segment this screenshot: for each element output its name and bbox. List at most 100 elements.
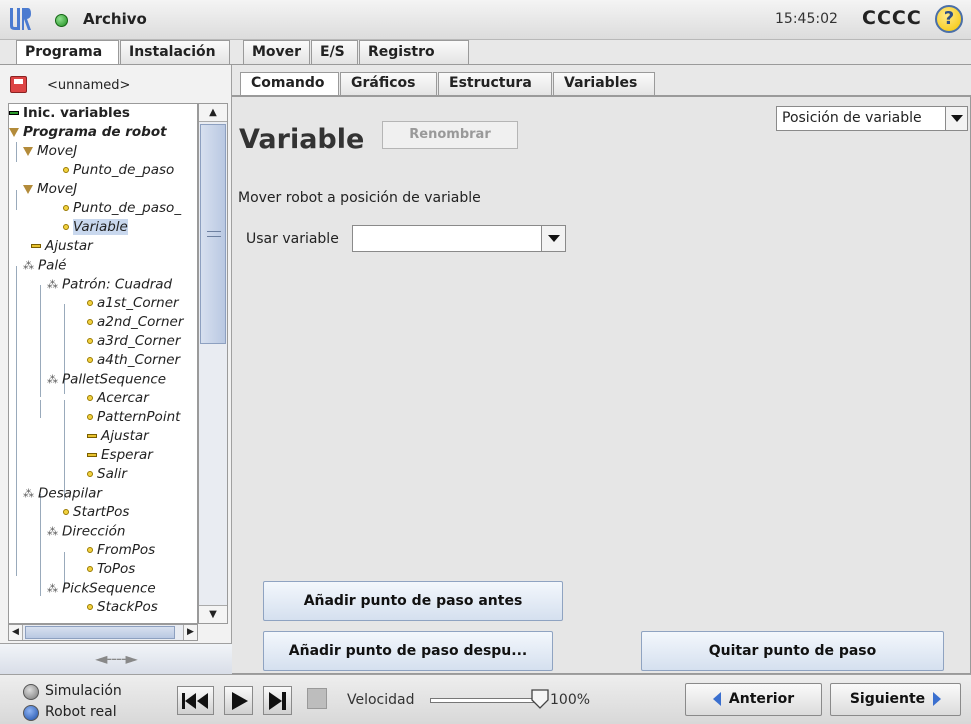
waypoint-icon (87, 338, 93, 344)
tree-item[interactable]: ⁂ Palé (23, 256, 66, 275)
expand-triangle-icon (23, 184, 33, 194)
skip-forward-icon (269, 692, 286, 710)
speed-slider[interactable] (430, 698, 540, 703)
waypoint-icon (63, 167, 69, 173)
position-type-select[interactable]: Posición de variable (776, 106, 968, 131)
waypoint-icon (87, 471, 93, 477)
scroll-down-icon[interactable]: ▼ (199, 605, 227, 623)
tree-item[interactable]: Programa de robot (9, 123, 167, 142)
tree-item[interactable]: Esperar (87, 446, 153, 465)
tree-item[interactable]: StartPos (63, 503, 129, 522)
tab-estructura[interactable]: Estructura (438, 72, 552, 96)
tree-item[interactable]: Punto_de_paso (63, 161, 174, 180)
tree-item[interactable]: ⁂ Desapilar (23, 484, 102, 503)
next-label: Siguiente (849, 691, 926, 707)
app-title[interactable]: Archivo (83, 10, 147, 28)
play-button[interactable] (224, 686, 253, 715)
tree-item[interactable]: MoveJ (23, 180, 77, 199)
tree-item[interactable]: ToPos (87, 560, 135, 579)
tree-vertical-scrollbar[interactable]: ▲ ▼ (198, 103, 228, 624)
program-tree[interactable]: Inic. variables Programa de robot MoveJ … (8, 103, 198, 624)
command-panel: Variable Renombrar Posición de variable … (232, 96, 971, 674)
page-title: Variable (239, 124, 365, 155)
tab-comando[interactable]: Comando (240, 72, 339, 97)
title-bar: Archivo 15:45:02 CCCC ? (0, 0, 971, 40)
stop-button[interactable] (307, 688, 327, 709)
tree-item[interactable]: PatternPoint (87, 408, 180, 427)
chevron-down-icon[interactable] (945, 107, 967, 130)
simulation-label: Simulación (45, 683, 122, 699)
tree-item[interactable]: FromPos (87, 541, 155, 560)
use-variable-select[interactable] (352, 225, 566, 252)
scrollbar-thumb[interactable] (200, 124, 226, 344)
tree-item[interactable]: ⁂ PalletSequence (47, 370, 166, 389)
status-indicator-icon (55, 14, 68, 27)
use-variable-label: Usar variable (246, 231, 339, 247)
previous-button[interactable]: Anterior (685, 683, 822, 716)
tab-programa[interactable]: Programa (16, 40, 119, 65)
step-button[interactable] (263, 686, 292, 715)
program-tree-panel: <unnamed> Inic. variables Programa de ro… (0, 65, 232, 674)
waypoint-icon (63, 509, 69, 515)
command-description: Mover robot a posición de variable (238, 190, 481, 206)
ur-logo-icon (10, 8, 31, 30)
wait-icon (87, 453, 97, 457)
help-icon[interactable]: ? (935, 5, 963, 33)
position-type-value: Posición de variable (782, 110, 922, 126)
tree-item[interactable]: Salir (87, 465, 127, 484)
remove-waypoint-button[interactable]: Quitar punto de paso (641, 631, 944, 671)
tree-item[interactable]: ⁂ PickSequence (47, 579, 156, 598)
tree-item[interactable]: a2nd_Corner (87, 313, 183, 332)
scrollbar-thumb[interactable] (25, 626, 175, 639)
tab-mover[interactable]: Mover (243, 40, 310, 64)
depallet-icon: ⁂ (23, 487, 34, 500)
tab-graficos[interactable]: Gráficos (340, 72, 437, 96)
previous-label: Anterior (728, 691, 795, 707)
tree-item[interactable]: MoveJ (23, 142, 77, 161)
tree-item[interactable]: a1st_Corner (87, 294, 179, 313)
arrow-right-icon (933, 692, 942, 706)
sequence-icon: ⁂ (47, 373, 58, 386)
scroll-left-icon[interactable]: ◀ (9, 625, 23, 640)
init-variables-icon (9, 111, 19, 115)
scroll-up-icon[interactable]: ▲ (199, 104, 227, 122)
tree-horizontal-scrollbar[interactable]: ◀ ▶ (8, 624, 198, 641)
speed-slider-handle[interactable] (531, 689, 549, 709)
next-button[interactable]: Siguiente (830, 683, 961, 716)
add-waypoint-after-button[interactable]: Añadir punto de paso despu... (263, 631, 553, 671)
tree-item[interactable]: a4th_Corner (87, 351, 180, 370)
simulation-radio[interactable] (23, 684, 39, 700)
expand-triangle-icon (9, 127, 19, 137)
tree-item[interactable]: Punto_de_paso_ (63, 199, 181, 218)
add-waypoint-before-button[interactable]: Añadir punto de paso antes (263, 581, 563, 621)
waypoint-icon (63, 224, 69, 230)
rewind-button[interactable] (177, 686, 214, 715)
tree-item[interactable]: ⁂ Dirección (47, 522, 125, 541)
tree-item[interactable]: StackPos (87, 598, 158, 617)
collapse-panel-button[interactable]: ◄----► (0, 643, 232, 674)
chevron-down-icon[interactable] (541, 226, 565, 251)
tree-item[interactable]: a3rd_Corner (87, 332, 180, 351)
tab-instalacion[interactable]: Instalación (120, 40, 230, 64)
scroll-right-icon[interactable]: ▶ (183, 625, 197, 640)
tree-item-selected[interactable]: Variable (63, 218, 128, 237)
waypoint-icon (87, 395, 93, 401)
tree-item[interactable]: Ajustar (31, 237, 93, 256)
tree-item[interactable]: Inic. variables (9, 104, 130, 123)
speed-label: Velocidad (347, 692, 415, 708)
tab-registro[interactable]: Registro (359, 40, 469, 64)
tree-item[interactable]: Acercar (87, 389, 149, 408)
rename-button[interactable]: Renombrar (382, 121, 518, 149)
tab-variables[interactable]: Variables (553, 72, 655, 96)
tab-es[interactable]: E/S (311, 40, 358, 64)
tree-item[interactable]: Ajustar (87, 427, 149, 446)
file-name: <unnamed> (47, 78, 131, 93)
file-row: <unnamed> (0, 65, 232, 103)
real-robot-label: Robot real (45, 704, 117, 720)
save-icon[interactable] (10, 76, 27, 93)
pallet-icon: ⁂ (23, 259, 34, 272)
tree-item[interactable]: ⁂ Patrón: Cuadrad (47, 275, 172, 294)
set-icon (87, 434, 97, 438)
real-robot-radio[interactable] (23, 705, 39, 721)
sequence-icon: ⁂ (47, 582, 58, 595)
